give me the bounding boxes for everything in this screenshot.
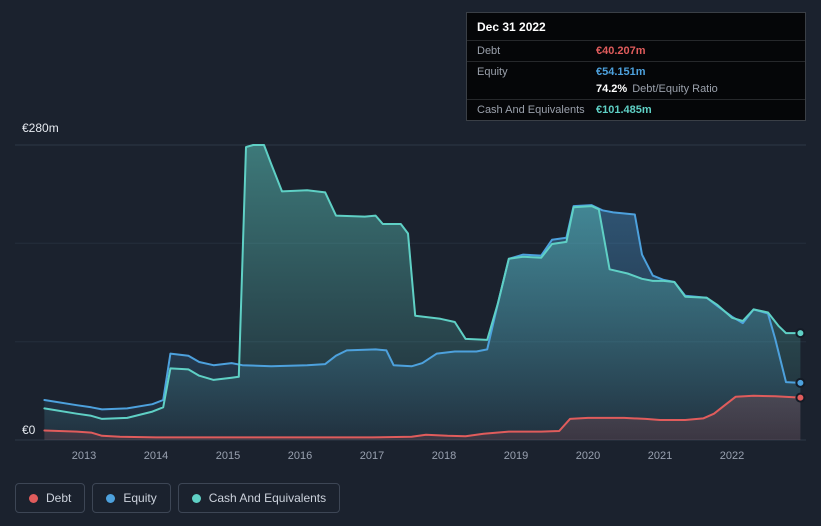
y-axis-max-label: €280m (22, 121, 59, 135)
legend-item-debt[interactable]: Debt (15, 483, 86, 513)
x-tick-2017: 2017 (360, 450, 384, 462)
tooltip-date: Dec 31 2022 (477, 20, 546, 34)
endpoint-equity[interactable] (795, 377, 806, 388)
area-cash-and-equivalents (44, 145, 801, 440)
tooltip-row-cash: Cash And Equivalents €101.485m (467, 99, 805, 120)
cash-series-dot-icon (191, 493, 201, 503)
legend-debt-label: Debt (46, 491, 72, 505)
tooltip-debt-value: €40.207m (596, 45, 646, 57)
legend-item-cash[interactable]: Cash And Equivalents (177, 483, 341, 513)
debt-series-dot-icon (29, 493, 38, 503)
tooltip-ratio-suffix: Debt/Equity Ratio (632, 83, 718, 95)
legend-equity-label: Equity (123, 491, 157, 505)
x-tick-2021: 2021 (648, 450, 672, 462)
debt-equity-history-chart: 2013 2014 2015 2016 2017 2018 2019 2020 2021 2022… (0, 0, 821, 526)
tooltip-equity-label: Equity (477, 66, 508, 78)
endpoint-cash-and-equivalents[interactable] (795, 328, 806, 339)
tooltip-debt-label: Debt (477, 45, 501, 57)
equity-series-dot-icon (106, 493, 116, 503)
x-tick-2013: 2013 (72, 450, 96, 462)
x-tick-2020: 2020 (576, 450, 600, 462)
x-tick-2018: 2018 (432, 450, 456, 462)
legend-item-equity[interactable]: Equity (92, 483, 171, 513)
tooltip-cash-label: Cash And Equivalents (477, 104, 585, 116)
x-tick-2015: 2015 (216, 450, 240, 462)
tooltip-cash-value: €101.485m (596, 104, 652, 116)
x-tick-2014: 2014 (144, 450, 168, 462)
x-tick-2019: 2019 (504, 450, 528, 462)
y-axis-zero-label: €0 (22, 423, 36, 437)
chart-legend: Debt Equity Cash And Equivalents (15, 483, 341, 513)
endpoint-debt[interactable] (795, 392, 806, 403)
tooltip-row-ratio: 74.2% Debt/Equity Ratio (467, 82, 805, 99)
tooltip-row-debt: Debt €40.207m (467, 40, 805, 61)
chart-tooltip: Dec 31 2022 Debt €40.207m Equity €54.151… (466, 12, 806, 121)
tooltip-row-equity: Equity €54.151m (467, 61, 805, 82)
tooltip-equity-value: €54.151m (596, 66, 646, 78)
legend-cash-label: Cash And Equivalents (208, 491, 327, 505)
tooltip-ratio-value: 74.2% (596, 83, 628, 95)
x-tick-2022: 2022 (720, 450, 744, 462)
x-tick-2016: 2016 (288, 450, 312, 462)
